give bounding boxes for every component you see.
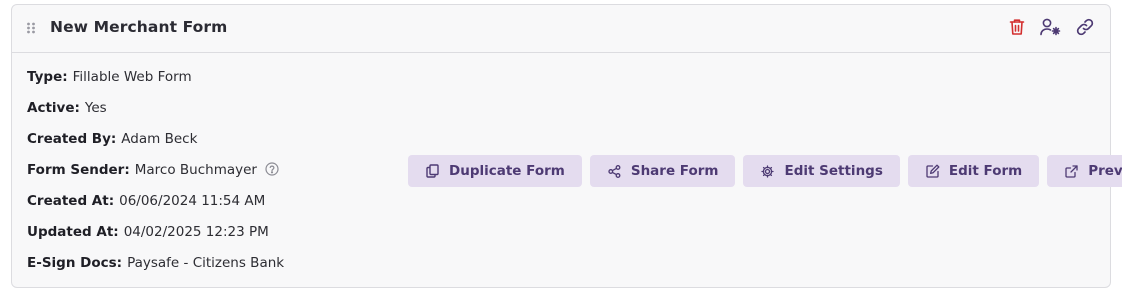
edit-settings-label: Edit Settings — [784, 163, 883, 179]
duplicate-form-label: Duplicate Form — [449, 163, 565, 179]
detail-row-created-by: Created By: Adam Beck — [27, 130, 284, 161]
detail-label: Type: — [27, 69, 68, 85]
detail-label: Created At: — [27, 193, 115, 209]
detail-row-created-at: Created At: 06/06/2024 11:54 AM — [27, 192, 284, 223]
detail-label: E-Sign Docs: — [27, 255, 123, 271]
user-gear-icon — [1040, 18, 1061, 36]
share-icon — [608, 164, 622, 178]
edit-form-label: Edit Form — [948, 163, 1023, 179]
detail-row-form-sender: Form Sender: Marco Buchmayer — [27, 161, 284, 192]
share-form-label: Share Form — [630, 163, 719, 179]
detail-row-esign-docs: E-Sign Docs: Paysafe - Citizens Bank — [27, 254, 284, 285]
detail-value: Fillable Web Form — [72, 69, 192, 85]
header-actions — [1006, 16, 1096, 38]
copy-icon — [426, 164, 440, 178]
edit-icon — [926, 164, 940, 178]
delete-button[interactable] — [1006, 16, 1028, 38]
help-icon[interactable] — [265, 162, 279, 176]
form-card: New Merchant Form Type: Fillable Web For… — [11, 4, 1122, 288]
preview-label: Preview — [1088, 163, 1122, 179]
form-title: New Merchant Form — [50, 18, 228, 36]
detail-row-type: Type: Fillable Web Form — [27, 68, 284, 99]
card-header: New Merchant Form — [12, 5, 1110, 53]
assign-user-button[interactable] — [1040, 16, 1062, 38]
edit-settings-button[interactable]: Edit Settings — [743, 155, 900, 187]
gear-icon — [761, 164, 775, 178]
drag-handle-icon[interactable] — [26, 22, 36, 34]
detail-value: Yes — [84, 100, 107, 116]
duplicate-form-button[interactable]: Duplicate Form — [408, 155, 582, 187]
copy-link-button[interactable] — [1074, 16, 1096, 38]
detail-value: 06/06/2024 11:54 AM — [119, 193, 266, 209]
preview-button[interactable]: Preview — [1047, 155, 1122, 187]
detail-row-active: Active: Yes — [27, 99, 284, 130]
trash-icon — [1009, 19, 1025, 35]
detail-value: Marco Buchmayer — [134, 162, 257, 178]
link-icon — [1076, 18, 1094, 36]
detail-label: Active: — [27, 100, 80, 116]
detail-value: 04/02/2025 12:23 PM — [123, 224, 269, 240]
share-form-button[interactable]: Share Form — [589, 155, 736, 187]
action-buttons: Duplicate Form Share Form Edit Settings … — [408, 155, 1122, 187]
detail-label: Updated At: — [27, 224, 119, 240]
edit-form-button[interactable]: Edit Form — [907, 155, 1040, 187]
form-details: Type: Fillable Web Form Active: Yes Crea… — [27, 68, 284, 285]
detail-value: Adam Beck — [121, 131, 198, 147]
external-link-icon — [1065, 164, 1079, 178]
detail-row-updated-at: Updated At: 04/02/2025 12:23 PM — [27, 223, 284, 254]
detail-value: Paysafe - Citizens Bank — [127, 255, 285, 271]
detail-label: Form Sender: — [27, 162, 130, 178]
detail-label: Created By: — [27, 131, 117, 147]
